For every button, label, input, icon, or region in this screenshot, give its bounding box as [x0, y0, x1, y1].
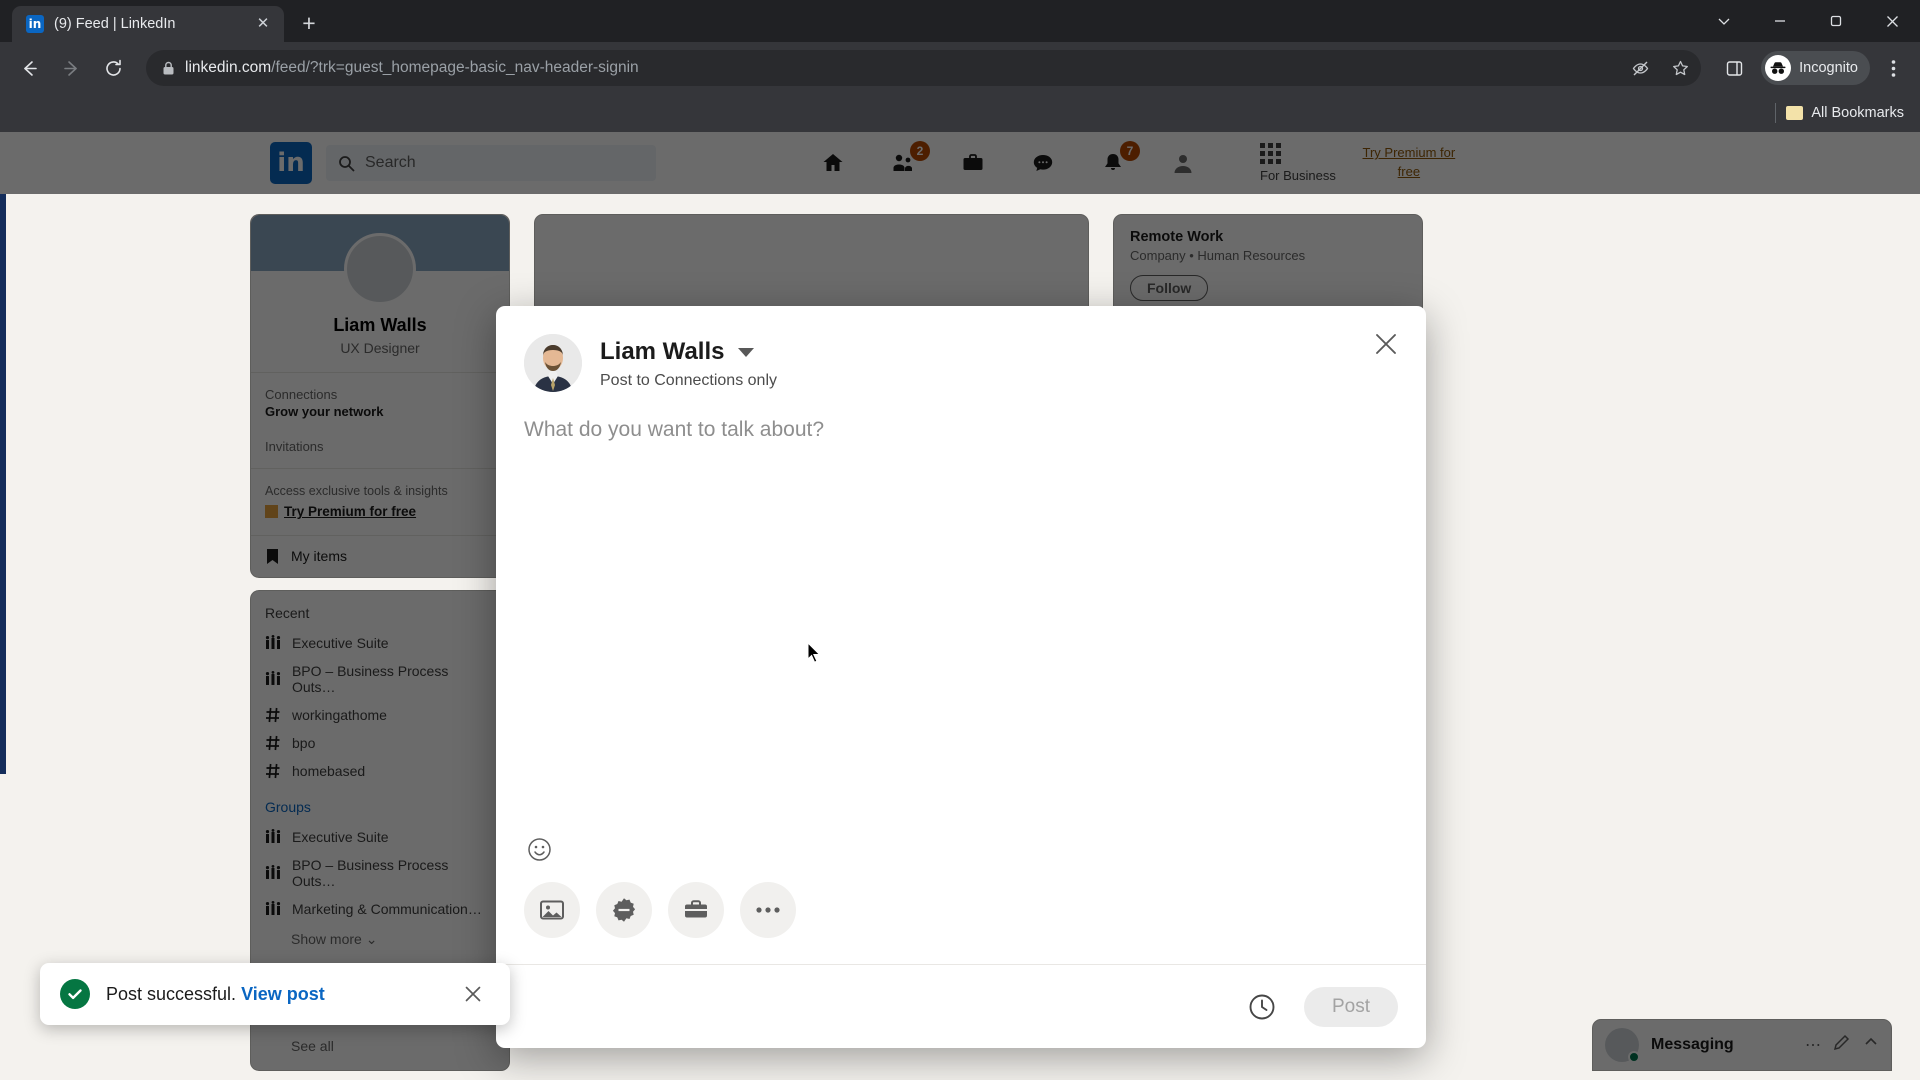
modal-header: Liam Walls Post to Connections only	[496, 306, 1426, 392]
tab-strip: in (9) Feed | LinkedIn ✕ +	[0, 0, 1920, 42]
close-icon[interactable]	[1364, 322, 1408, 366]
linkedin-page: in Search 2 7 For Business Try Premium f…	[0, 132, 1920, 1080]
add-media-button[interactable]	[524, 882, 580, 938]
new-tab-button[interactable]: +	[292, 7, 326, 41]
linkedin-favicon-icon: in	[26, 15, 44, 33]
view-post-link[interactable]: View post	[241, 984, 325, 1004]
briefcase-icon	[685, 900, 707, 918]
chevron-down-icon[interactable]	[738, 347, 755, 357]
back-icon[interactable]	[10, 49, 48, 87]
profile-name: Incognito	[1799, 60, 1858, 76]
address-bar[interactable]: linkedin.com/feed/?trk=guest_homepage-ba…	[146, 50, 1702, 86]
modal-footer: Post	[496, 964, 1426, 1048]
eye-off-icon[interactable]	[1625, 53, 1655, 83]
browser-chrome: in (9) Feed | LinkedIn ✕ + linkedin.com/…	[0, 0, 1920, 132]
post-visibility[interactable]: Post to Connections only	[600, 372, 777, 390]
url-text: linkedin.com/feed/?trk=guest_homepage-ba…	[185, 59, 1615, 77]
close-icon[interactable]	[1864, 0, 1920, 42]
chevron-down-icon[interactable]	[1696, 0, 1752, 42]
emoji-row	[496, 834, 1426, 864]
side-panel-icon[interactable]	[1715, 49, 1753, 87]
star-icon[interactable]	[1665, 53, 1695, 83]
tab-title: (9) Feed | LinkedIn	[54, 16, 176, 32]
toast-message: Post successful.	[106, 983, 237, 1004]
image-icon	[540, 900, 564, 920]
bookmark-separator	[1775, 103, 1777, 123]
post-button[interactable]: Post	[1303, 986, 1398, 1027]
close-icon[interactable]	[456, 977, 490, 1011]
clock-icon[interactable]	[1242, 987, 1282, 1027]
forward-icon[interactable]	[52, 49, 90, 87]
profile-chip[interactable]: Incognito	[1761, 51, 1870, 85]
ellipsis-icon	[756, 907, 780, 913]
author-avatar[interactable]	[524, 334, 582, 392]
incognito-icon	[1765, 55, 1792, 81]
lock-icon	[162, 61, 175, 76]
url-path: /feed/?trk=guest_homepage-basic_nav-head…	[271, 59, 639, 76]
author-name-row[interactable]: Liam Walls	[600, 338, 777, 366]
all-bookmarks-label: All Bookmarks	[1811, 105, 1904, 121]
editor-placeholder: What do you want to talk about?	[524, 418, 825, 441]
browser-tab[interactable]: in (9) Feed | LinkedIn ✕	[12, 6, 284, 42]
folder-icon	[1786, 106, 1804, 120]
mouse-cursor	[807, 642, 821, 663]
maximize-icon[interactable]	[1808, 0, 1864, 42]
tab-close-icon[interactable]: ✕	[252, 13, 274, 35]
kebab-menu-icon[interactable]	[1876, 51, 1910, 85]
emoji-icon[interactable]	[524, 834, 554, 864]
toast-text: Post successful. View post	[106, 984, 440, 1005]
more-options-button[interactable]	[740, 882, 796, 938]
author-name: Liam Walls	[600, 338, 725, 365]
all-bookmarks-button[interactable]: All Bookmarks	[1786, 105, 1904, 121]
browser-toolbar: linkedin.com/feed/?trk=guest_homepage-ba…	[0, 42, 1920, 94]
minimize-icon[interactable]	[1752, 0, 1808, 42]
toast-notification: Post successful. View post	[40, 963, 510, 1025]
post-tools	[496, 864, 1426, 964]
check-circle-icon	[60, 979, 90, 1009]
badge-icon	[612, 898, 636, 922]
post-editor[interactable]: What do you want to talk about?	[496, 392, 1426, 834]
toolbar-right: Incognito	[1715, 49, 1910, 87]
share-post-modal: Liam Walls Post to Connections only What…	[496, 306, 1426, 1048]
reload-icon[interactable]	[94, 49, 132, 87]
author-identity: Liam Walls Post to Connections only	[600, 334, 777, 390]
window-controls	[1696, 0, 1920, 42]
create-job-button[interactable]	[668, 882, 724, 938]
celebrate-occasion-button[interactable]	[596, 882, 652, 938]
bookmarks-bar: All Bookmarks	[0, 94, 1920, 132]
url-domain: linkedin.com	[185, 59, 272, 76]
